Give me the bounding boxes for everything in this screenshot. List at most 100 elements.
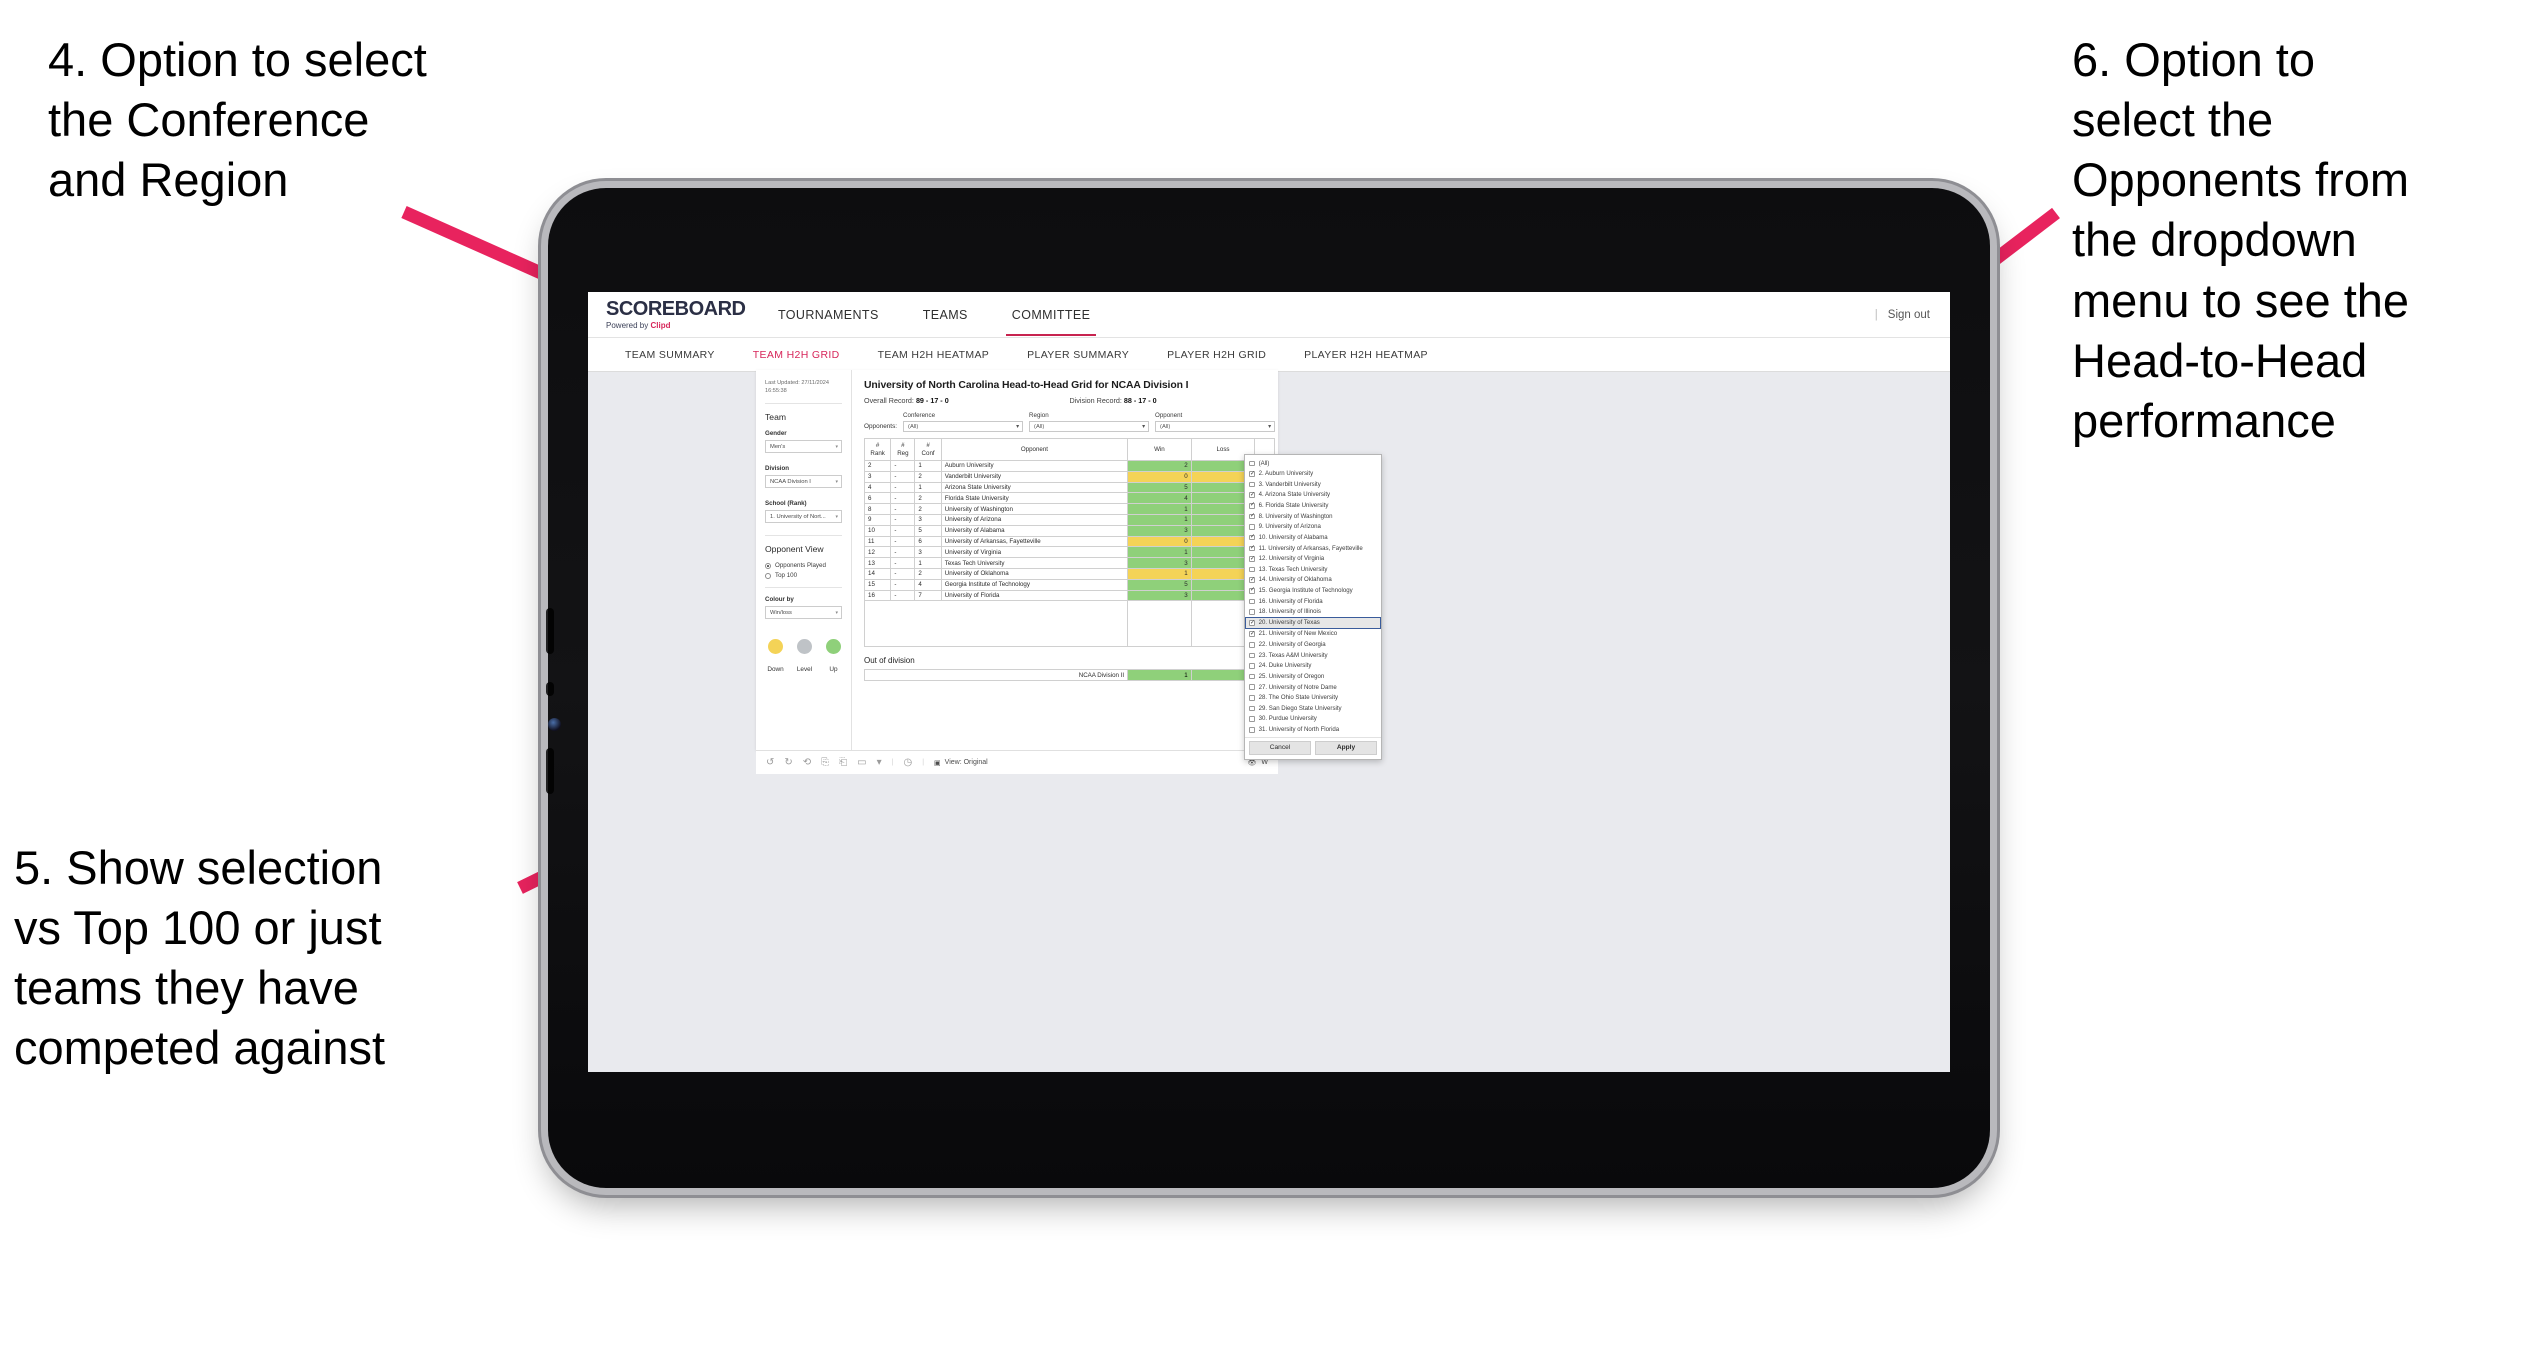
table-row[interactable]: 12-3University of Virginia10: [863, 546, 1276, 559]
table-row[interactable]: 11-6 University of Arkansas, Fayetteville…: [863, 535, 1276, 548]
dropdown-item[interactable]: 6. Florida State University: [1245, 501, 1381, 512]
dropdown-item[interactable]: 28. The Ohio State University: [1245, 693, 1381, 704]
table-row[interactable]: 9-3University of Arizona10: [863, 513, 1276, 526]
checkbox-icon[interactable]: [1249, 598, 1255, 605]
app-logo[interactable]: SCOREBOARD Powered by Clipd: [606, 299, 756, 330]
table-row[interactable]: 3-2Vanderbilt University04: [863, 470, 1276, 483]
pause-updates-icon[interactable]: ⎗: [839, 757, 847, 768]
checkbox-icon[interactable]: [1249, 695, 1255, 701]
checkbox-icon[interactable]: [1249, 534, 1255, 541]
checkbox-icon[interactable]: [1249, 620, 1255, 626]
dropdown-item[interactable]: 27. University of Notre Dame: [1245, 682, 1381, 693]
redo-icon[interactable]: ↻: [784, 757, 792, 768]
dropdown-item[interactable]: 21. University of New Mexico: [1245, 629, 1381, 640]
checkbox-icon[interactable]: [1249, 545, 1255, 552]
checkbox-icon[interactable]: [1249, 641, 1255, 648]
subnav-item-team-summary[interactable]: TEAM SUMMARY: [606, 349, 734, 361]
radio-opponents-played[interactable]: Opponents Played: [765, 562, 842, 569]
colour-by-select[interactable]: Win/loss ▾: [765, 606, 842, 620]
subnav-item-player-h2h-grid[interactable]: PLAYER H2H GRID: [1148, 349, 1285, 361]
revert-icon[interactable]: ⟲: [803, 757, 811, 768]
checkbox-icon[interactable]: [1249, 502, 1255, 509]
dropdown-item[interactable]: 4. Arizona State University: [1245, 490, 1381, 501]
division-select[interactable]: NCAA Division I ▾: [765, 475, 842, 489]
checkbox-icon[interactable]: [1249, 577, 1255, 583]
region-filter-select[interactable]: (All) ▾: [1029, 421, 1150, 432]
dropdown-item[interactable]: 24. Duke University: [1245, 661, 1381, 672]
table-row[interactable]: 15-4Georgia Institute of Technology50: [863, 578, 1276, 591]
checkbox-icon[interactable]: [1249, 471, 1255, 477]
sign-out-link[interactable]: Sign out: [1888, 309, 1930, 321]
checkbox-icon[interactable]: [1249, 513, 1255, 520]
checkbox-icon[interactable]: [1249, 631, 1255, 637]
cancel-button[interactable]: Cancel: [1249, 741, 1311, 755]
dropdown-item[interactable]: 29. San Diego State University: [1245, 703, 1381, 714]
device-layout-icon[interactable]: ▭: [857, 757, 866, 768]
checkbox-icon[interactable]: [1249, 705, 1255, 712]
dropdown-item[interactable]: (All): [1245, 458, 1381, 469]
checkbox-icon[interactable]: [1249, 460, 1255, 467]
subnav-item-player-h2h-heatmap[interactable]: PLAYER H2H HEATMAP: [1285, 349, 1447, 361]
checkbox-icon[interactable]: [1249, 587, 1255, 594]
column-header-opponent[interactable]: Opponent: [940, 438, 1129, 461]
dropdown-item[interactable]: 8. University of Washington: [1245, 511, 1381, 522]
dropdown-item[interactable]: 22. University of Georgia: [1245, 639, 1381, 650]
checkbox-icon[interactable]: [1249, 673, 1255, 680]
subnav-item-team-h2h-grid[interactable]: TEAM H2H GRID: [734, 349, 859, 361]
checkbox-icon[interactable]: [1249, 556, 1255, 562]
dropdown-item[interactable]: 13. Texas Tech University: [1245, 564, 1381, 575]
nav-item-teams[interactable]: TEAMS: [901, 294, 990, 335]
nav-item-committee[interactable]: COMMITTEE: [990, 294, 1113, 336]
undo-icon[interactable]: ↺: [766, 757, 774, 768]
checkbox-icon[interactable]: [1249, 716, 1255, 722]
dropdown-item[interactable]: 15. Georgia Institute of Technology: [1245, 586, 1381, 597]
table-row[interactable]: 6-2Florida State University42: [863, 492, 1276, 505]
dropdown-item[interactable]: 14. University of Oklahoma: [1245, 575, 1381, 586]
table-row[interactable]: 2-1Auburn University21: [863, 460, 1276, 472]
checkbox-icon[interactable]: [1249, 481, 1255, 488]
dropdown-item[interactable]: 16. University of Florida: [1245, 596, 1381, 607]
school-rank-select[interactable]: 1. University of Nort... ▾: [765, 510, 842, 524]
dropdown-item[interactable]: 3. Vanderbilt University: [1245, 479, 1381, 490]
dropdown-item[interactable]: 20. University of Texas: [1245, 617, 1381, 629]
dropdown-item[interactable]: 30. Purdue University: [1245, 714, 1381, 725]
dropdown-item[interactable]: 23. Texas A&M University: [1245, 650, 1381, 661]
history-icon[interactable]: ◷: [903, 757, 912, 768]
checkbox-icon[interactable]: [1249, 726, 1255, 733]
checkbox-icon[interactable]: [1249, 652, 1255, 659]
dropdown-item[interactable]: 2. Auburn University: [1245, 469, 1381, 480]
subnav-item-team-h2h-heatmap[interactable]: TEAM H2H HEATMAP: [859, 349, 1009, 361]
column-header-rank[interactable]: # Rank: [863, 438, 892, 461]
dropdown-item[interactable]: 31. University of North Florida: [1245, 724, 1381, 735]
checkbox-icon[interactable]: [1249, 524, 1255, 530]
dropdown-item[interactable]: 11. University of Arkansas, Fayetteville: [1245, 543, 1381, 554]
checkbox-icon[interactable]: [1249, 566, 1255, 573]
apply-button[interactable]: Apply: [1315, 741, 1377, 755]
nav-item-tournaments[interactable]: TOURNAMENTS: [756, 294, 901, 335]
table-row[interactable]: 16-7University of Florida31: [863, 589, 1276, 602]
table-row[interactable]: 10-5University of Alabama30: [863, 524, 1276, 537]
dropdown-item[interactable]: 25. University of Oregon: [1245, 671, 1381, 682]
column-header-win[interactable]: Win: [1127, 438, 1192, 461]
dropdown-item[interactable]: 18. University of Illinois: [1245, 607, 1381, 618]
dropdown-item[interactable]: 9. University of Arizona: [1245, 522, 1381, 533]
gender-select[interactable]: Men's ▾: [765, 440, 842, 454]
chevron-down-icon[interactable]: ▾: [877, 757, 882, 768]
table-row[interactable]: 4-1Arizona State University51: [863, 481, 1276, 494]
view-original-button[interactable]: ▣ View: Original: [934, 759, 988, 767]
dropdown-item[interactable]: 12. University of Virginia: [1245, 554, 1381, 565]
conference-filter-select[interactable]: (All) ▾: [903, 421, 1024, 432]
checkbox-icon[interactable]: [1249, 684, 1255, 691]
column-header-conf[interactable]: # Conf: [914, 438, 942, 461]
volume-down-button[interactable]: [546, 682, 554, 696]
power-button[interactable]: [546, 748, 554, 794]
checkbox-icon[interactable]: [1249, 609, 1255, 615]
checkbox-icon[interactable]: [1249, 663, 1255, 669]
table-row[interactable]: 14-2University of Oklahoma12: [863, 567, 1276, 580]
column-header-reg[interactable]: # Reg: [890, 438, 916, 461]
opponent-filter-select[interactable]: (All) ▾: [1155, 421, 1276, 432]
radio-top-100[interactable]: Top 100: [765, 572, 842, 579]
dropdown-item[interactable]: 10. University of Alabama: [1245, 532, 1381, 543]
checkbox-icon[interactable]: [1249, 492, 1255, 498]
refresh-data-icon[interactable]: ⎘: [821, 757, 829, 768]
